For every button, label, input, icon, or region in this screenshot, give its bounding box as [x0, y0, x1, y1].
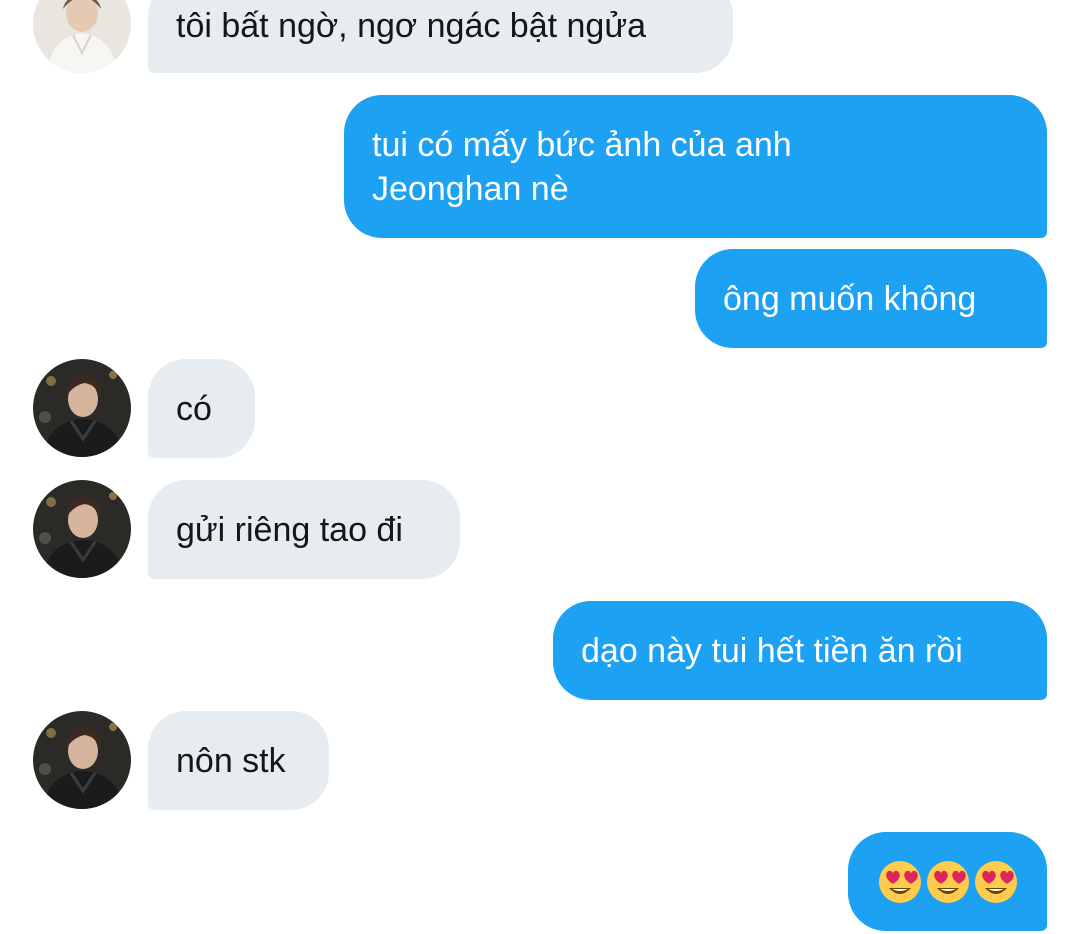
message-bubble-incoming[interactable]: có	[148, 359, 255, 458]
message-bubble-outgoing[interactable]	[848, 832, 1047, 931]
message-text: tôi bất ngờ, ngơ ngác bật ngửa	[176, 6, 647, 45]
user-b-avatar[interactable]	[33, 711, 131, 809]
message-text: gửi riêng tao đi	[176, 510, 403, 549]
user-b-avatar[interactable]	[33, 359, 131, 457]
user-a-avatar[interactable]	[33, 0, 131, 73]
message-bubble-incoming[interactable]: tôi bất ngờ, ngơ ngác bật ngửa	[148, 0, 733, 73]
message-text: tui có mấy bức ảnh của anh Jeonghan nè	[372, 125, 792, 208]
heart-eyes-emoji	[878, 860, 922, 904]
message-bubble-outgoing[interactable]: ông muốn không	[695, 249, 1047, 348]
message-bubble-outgoing[interactable]: tui có mấy bức ảnh của anh Jeonghan nè	[344, 95, 1047, 238]
conversation-thread: tôi bất ngờ, ngơ ngác bật ngửa tui có mấ…	[0, 0, 1080, 934]
message-bubble-outgoing[interactable]: dạo này tui hết tiền ăn rồi	[553, 601, 1047, 700]
heart-eyes-emoji	[926, 860, 970, 904]
message-text: dạo này tui hết tiền ăn rồi	[581, 631, 963, 670]
message-text: nôn stk	[176, 741, 286, 780]
message-bubble-incoming[interactable]: gửi riêng tao đi	[148, 480, 460, 579]
message-bubble-incoming[interactable]: nôn stk	[148, 711, 329, 810]
message-text: có	[176, 389, 212, 428]
user-b-avatar[interactable]	[33, 480, 131, 578]
message-text: ông muốn không	[723, 279, 977, 318]
heart-eyes-emoji	[974, 860, 1018, 904]
